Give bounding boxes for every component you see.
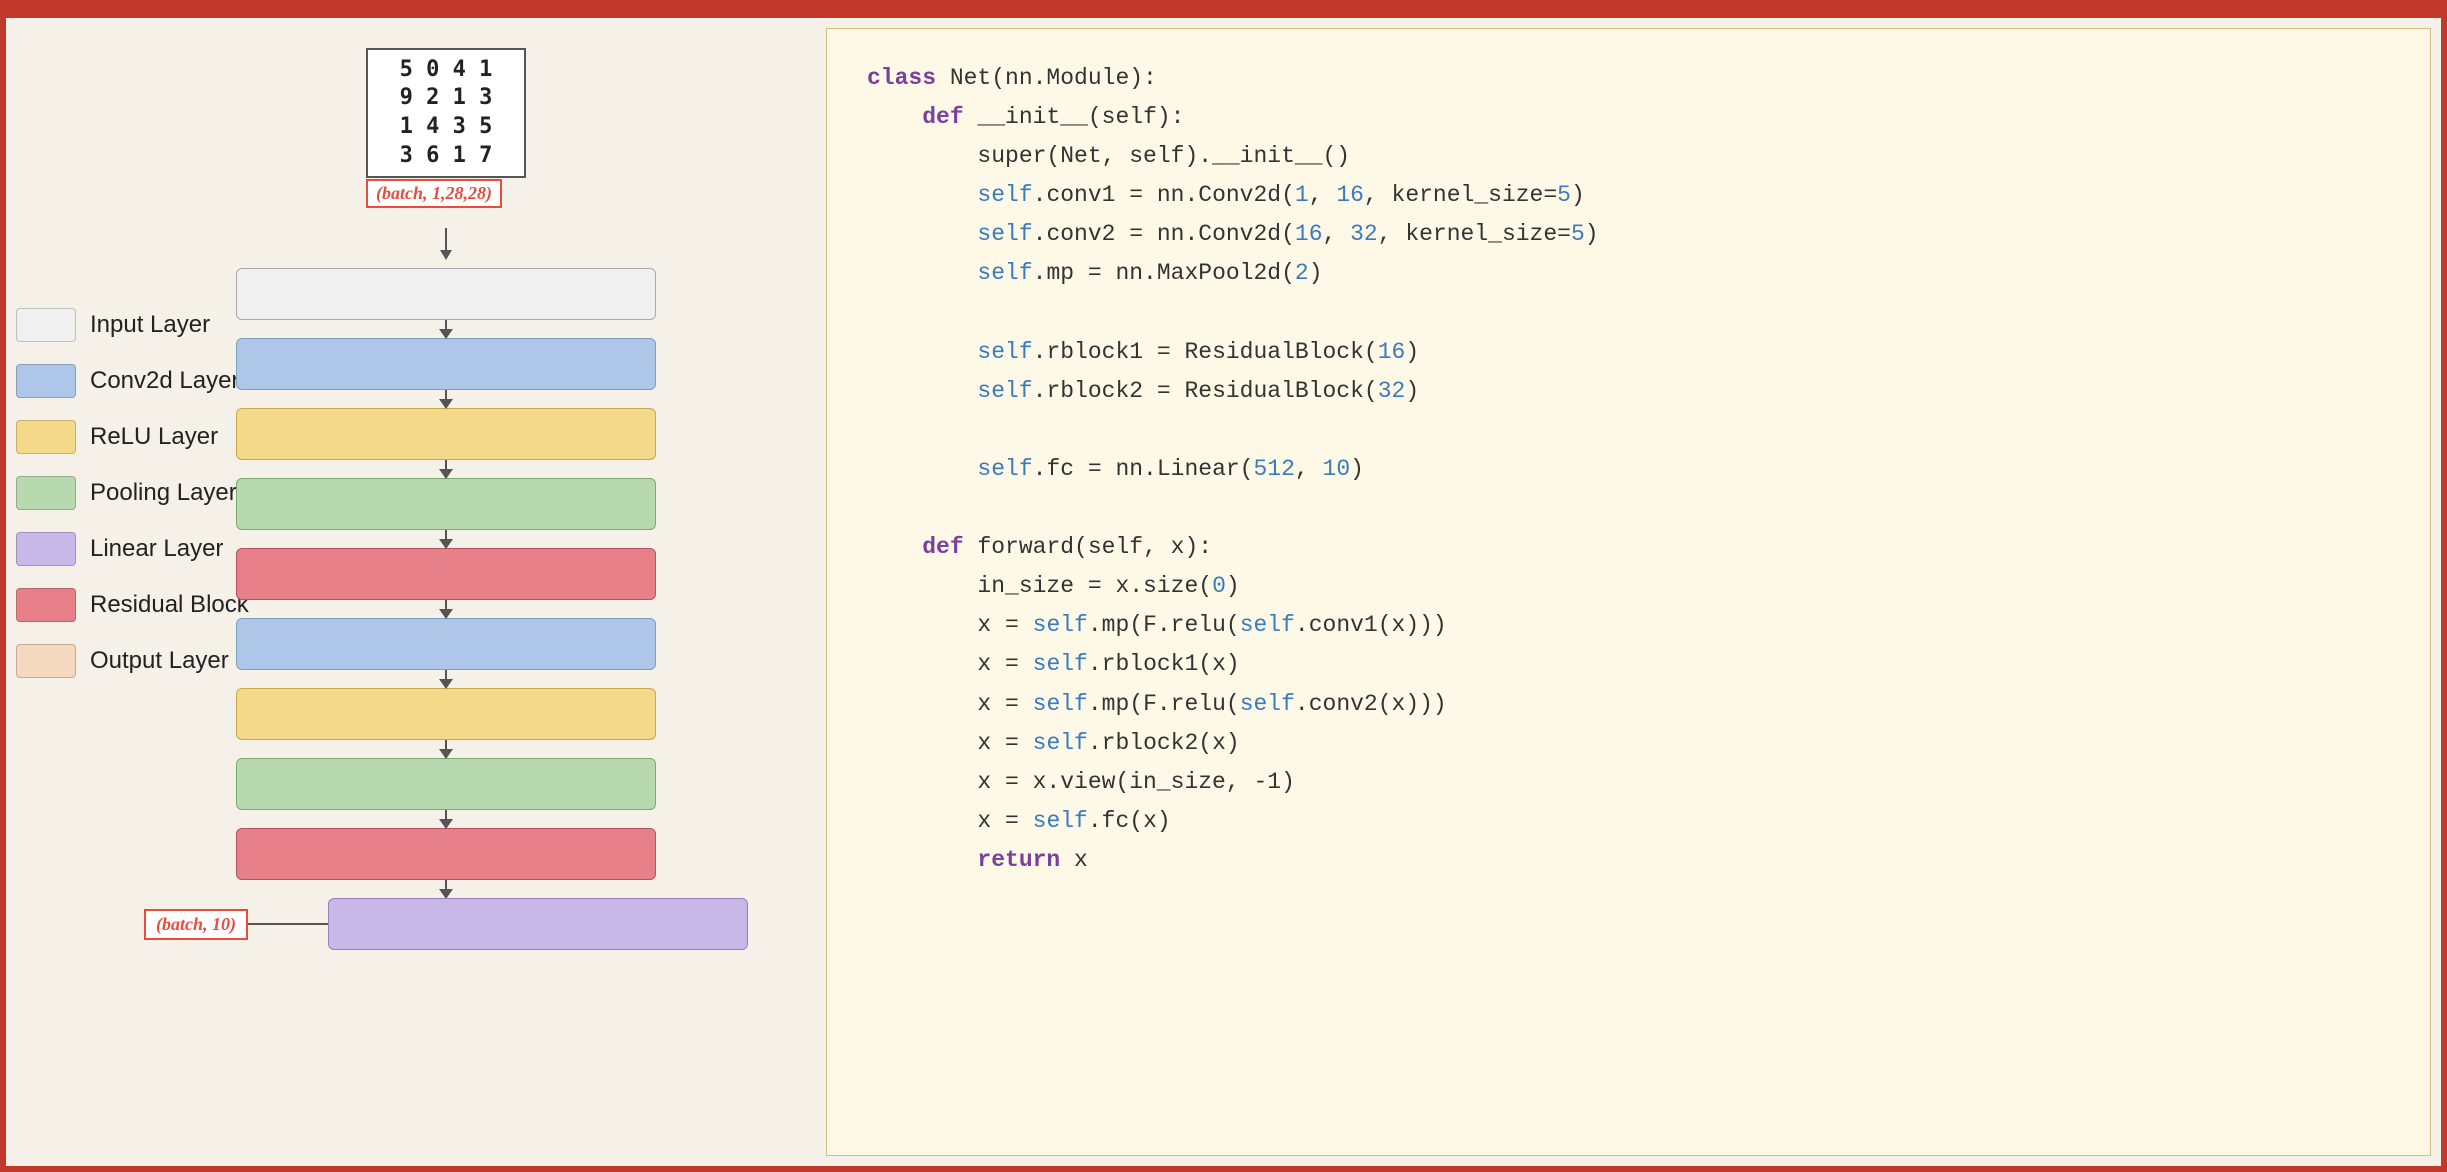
diagram-area: 5 0 4 19 2 1 31 4 3 53 6 1 7 (batch, 1,2… [86, 48, 806, 1146]
batch-label-top: (batch, 1,28,28) [366, 179, 502, 208]
conn-0 [445, 320, 447, 338]
legend-box-pool [16, 476, 76, 510]
layer-residual2 [236, 828, 656, 880]
legend-box-relu [16, 420, 76, 454]
conn-7 [445, 810, 447, 828]
layer-relu2 [236, 688, 656, 740]
conn-1 [445, 390, 447, 408]
layer-conv1 [236, 338, 656, 390]
mnist-image: 5 0 4 19 2 1 31 4 3 53 6 1 7 [366, 48, 526, 178]
legend-box-output [16, 644, 76, 678]
layer-input [236, 268, 656, 320]
linear-row: (batch, 10) [144, 898, 748, 950]
conn-3 [445, 530, 447, 548]
conn-4 [445, 600, 447, 618]
right-panel: class Net(nn.Module): def __init__(self)… [826, 28, 2431, 1156]
legend-box-linear [16, 532, 76, 566]
code-block: class Net(nn.Module): def __init__(self)… [867, 59, 2390, 880]
layer-pool2 [236, 758, 656, 810]
layer-relu1 [236, 408, 656, 460]
layer-residual1 [236, 548, 656, 600]
layer-pool1 [236, 478, 656, 530]
main-content: Input Layer Conv2d Layer ReLU Layer Pool… [6, 18, 2441, 1166]
batch-label-bottom: (batch, 10) [144, 909, 248, 940]
mnist-digits: 5 0 4 19 2 1 31 4 3 53 6 1 7 [400, 56, 493, 170]
legend-box-input [16, 308, 76, 342]
top-connector-svg [236, 228, 656, 268]
legend-box-conv [16, 364, 76, 398]
layer-linear [328, 898, 748, 950]
conn-6 [445, 740, 447, 758]
batch-label-bottom-container: (batch, 10) [144, 909, 328, 940]
left-panel: Input Layer Conv2d Layer ReLU Layer Pool… [6, 18, 826, 1166]
batch-line [248, 923, 328, 925]
conn-2 [445, 460, 447, 478]
layer-conv2 [236, 618, 656, 670]
conn-5 [445, 670, 447, 688]
conn-8 [445, 880, 447, 898]
top-bar [0, 0, 2447, 18]
legend-box-residual [16, 588, 76, 622]
